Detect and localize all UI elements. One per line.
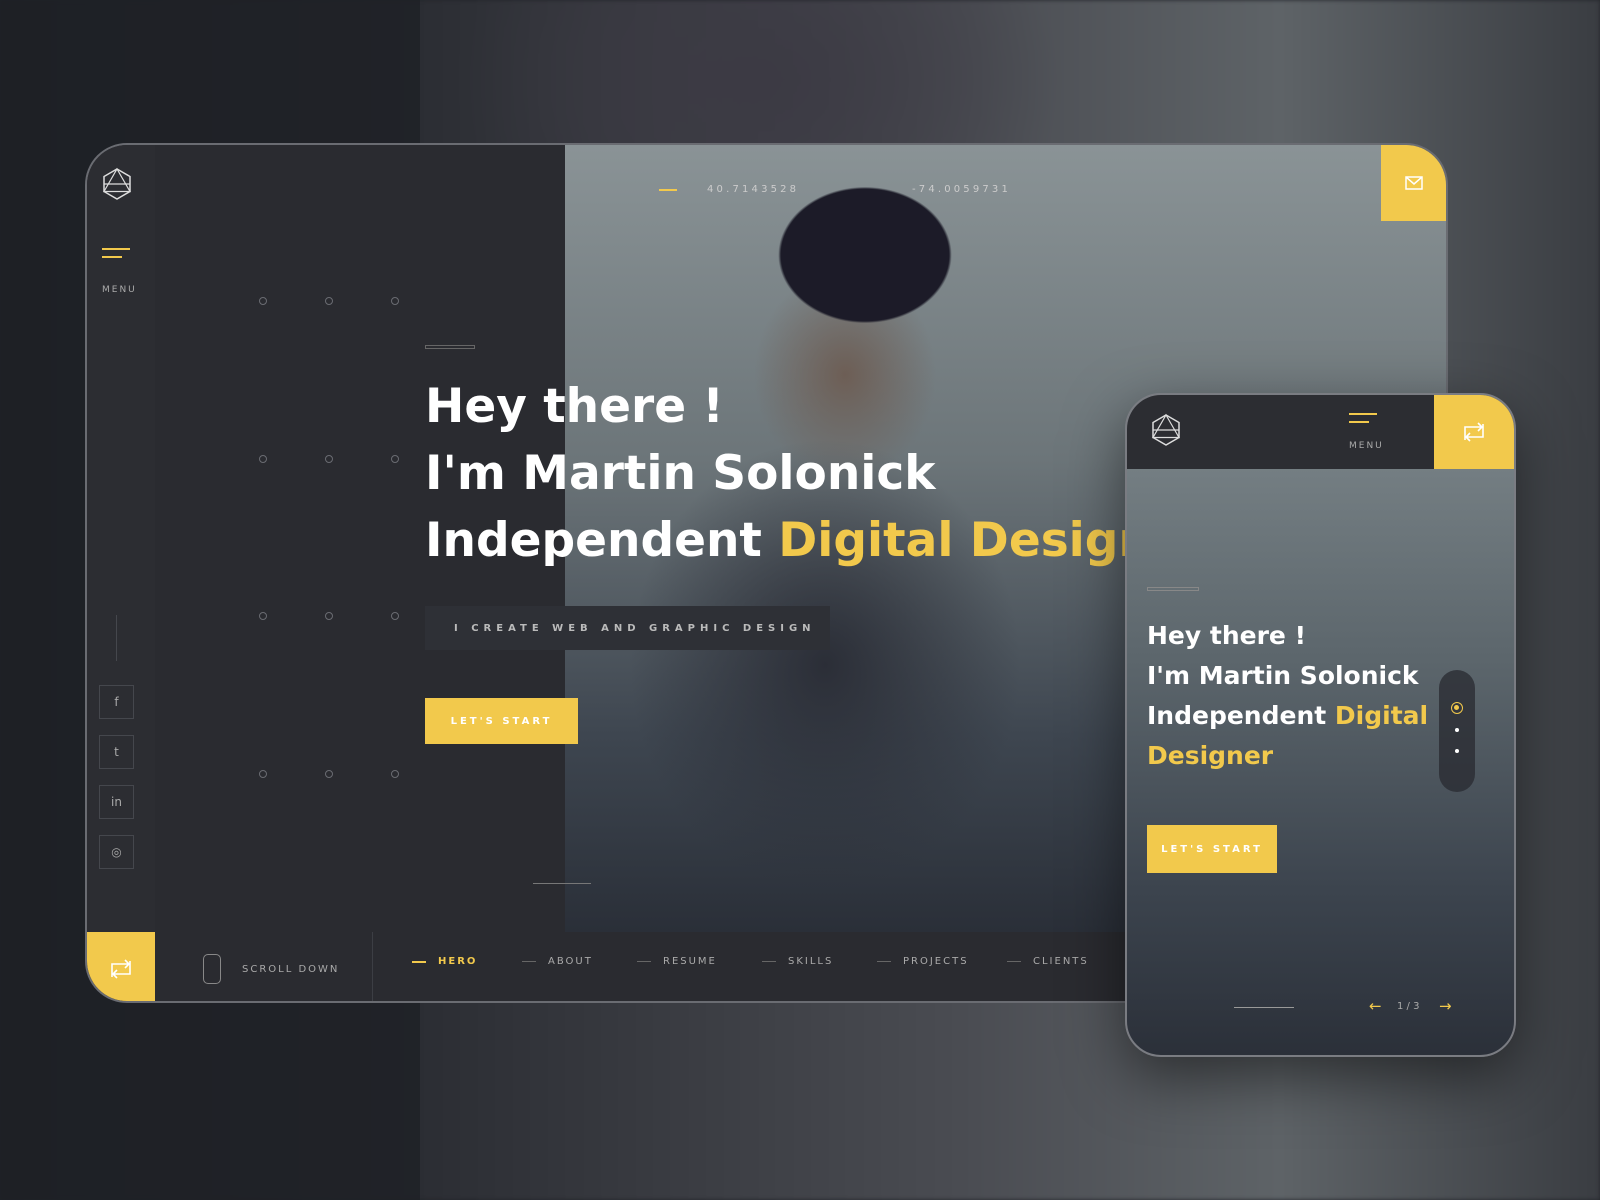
twitter-icon[interactable]: t	[99, 735, 134, 769]
nav-item-projects[interactable]: PROJECTS	[877, 956, 969, 967]
grid-dot	[259, 297, 267, 305]
logo-icon[interactable]	[1149, 413, 1183, 447]
nav-label: ABOUT	[548, 956, 593, 967]
lets-start-button[interactable]: LET'S START	[425, 698, 578, 744]
nav-label: HERO	[438, 956, 478, 967]
divider	[372, 932, 373, 1001]
headline-text: Independent	[425, 513, 779, 568]
headline-highlight: Digital	[1334, 701, 1429, 730]
headline-line3: Independent Digital Designer	[425, 517, 1207, 564]
menu-icon[interactable]	[1349, 413, 1377, 423]
repeat-icon	[1464, 422, 1484, 442]
switch-view-button[interactable]	[87, 932, 155, 1001]
repeat-icon	[111, 958, 131, 979]
scroll-down-label[interactable]: SCROLL DOWN	[242, 964, 339, 975]
nav-dash	[522, 961, 536, 962]
divider	[116, 615, 117, 661]
headline-line1: Hey there !	[1147, 621, 1306, 650]
grid-dot	[325, 770, 333, 778]
headline-line3: Independent Digital	[1147, 701, 1428, 730]
nav-label: PROJECTS	[903, 956, 969, 967]
mail-button[interactable]	[1381, 145, 1446, 221]
grid-dot	[325, 455, 333, 463]
decor-bar	[425, 345, 475, 349]
mouse-icon	[203, 954, 221, 984]
nav-label: CLIENTS	[1033, 956, 1089, 967]
nav-dash	[412, 960, 426, 963]
grid-dot	[391, 297, 399, 305]
lets-start-button[interactable]: LET'S START	[1147, 825, 1277, 873]
nav-item-resume[interactable]: RESUME	[637, 956, 717, 967]
nav-dash	[877, 961, 891, 962]
menu-label[interactable]: MENU	[1349, 441, 1384, 451]
facebook-icon[interactable]: f	[99, 685, 134, 719]
switch-view-button[interactable]	[1434, 395, 1514, 469]
logo-icon[interactable]	[100, 167, 134, 201]
grid-dot	[325, 297, 333, 305]
nav-label: RESUME	[663, 956, 717, 967]
linkedin-icon[interactable]: in	[99, 785, 134, 819]
divider	[533, 883, 591, 884]
headline-line2: I'm Martin Solonick	[1147, 661, 1419, 690]
headline-line2: I'm Martin Solonick	[425, 446, 936, 501]
mobile-mockup: MENU Hey there ! I'm Martin Solonick Ind…	[1125, 393, 1516, 1057]
nav-dash	[762, 961, 776, 962]
nav-item-about[interactable]: ABOUT	[522, 956, 593, 967]
slide-indicator	[1439, 670, 1475, 792]
indicator-dot-active[interactable]	[1451, 702, 1463, 714]
divider	[1234, 1007, 1294, 1008]
next-arrow-icon[interactable]: →	[1439, 997, 1452, 1015]
indicator-dot[interactable]	[1455, 728, 1459, 732]
menu-icon[interactable]	[102, 248, 130, 258]
latitude: 4 0 . 7 1 4 3 5 2 8	[707, 184, 797, 195]
nav-item-skills[interactable]: SKILLS	[762, 956, 833, 967]
longitude: - 7 4 . 0 0 5 9 7 3 1	[912, 184, 1008, 195]
accent-line	[659, 189, 677, 191]
grid-dot	[259, 770, 267, 778]
grid-dot	[259, 612, 267, 620]
prev-arrow-icon[interactable]: ←	[1369, 997, 1382, 1015]
sidebar: MENU f t in ◎	[87, 145, 155, 1001]
headline-line1: Hey there !	[425, 379, 724, 434]
grid-dot	[391, 455, 399, 463]
nav-label: SKILLS	[788, 956, 834, 967]
indicator-dot[interactable]	[1455, 749, 1459, 753]
decor-bar	[1147, 587, 1199, 591]
grid-dot	[391, 770, 399, 778]
grid-dot	[391, 612, 399, 620]
nav-item-clients[interactable]: CLIENTS	[1007, 956, 1089, 967]
mail-icon	[1404, 176, 1423, 190]
menu-label[interactable]: MENU	[102, 285, 137, 295]
headline-text: Independent	[1147, 701, 1335, 730]
nav-dash	[1007, 961, 1021, 962]
pager-label: 1 / 3	[1397, 1001, 1420, 1012]
grid-dot	[325, 612, 333, 620]
tagline: I CREATE WEB AND GRAPHIC DESIGN	[425, 606, 830, 650]
headline-line4: Designer	[1147, 741, 1274, 770]
nav-item-hero[interactable]: HERO	[412, 956, 477, 967]
nav-dash	[637, 961, 651, 962]
instagram-icon[interactable]: ◎	[99, 835, 134, 869]
grid-dot	[259, 455, 267, 463]
